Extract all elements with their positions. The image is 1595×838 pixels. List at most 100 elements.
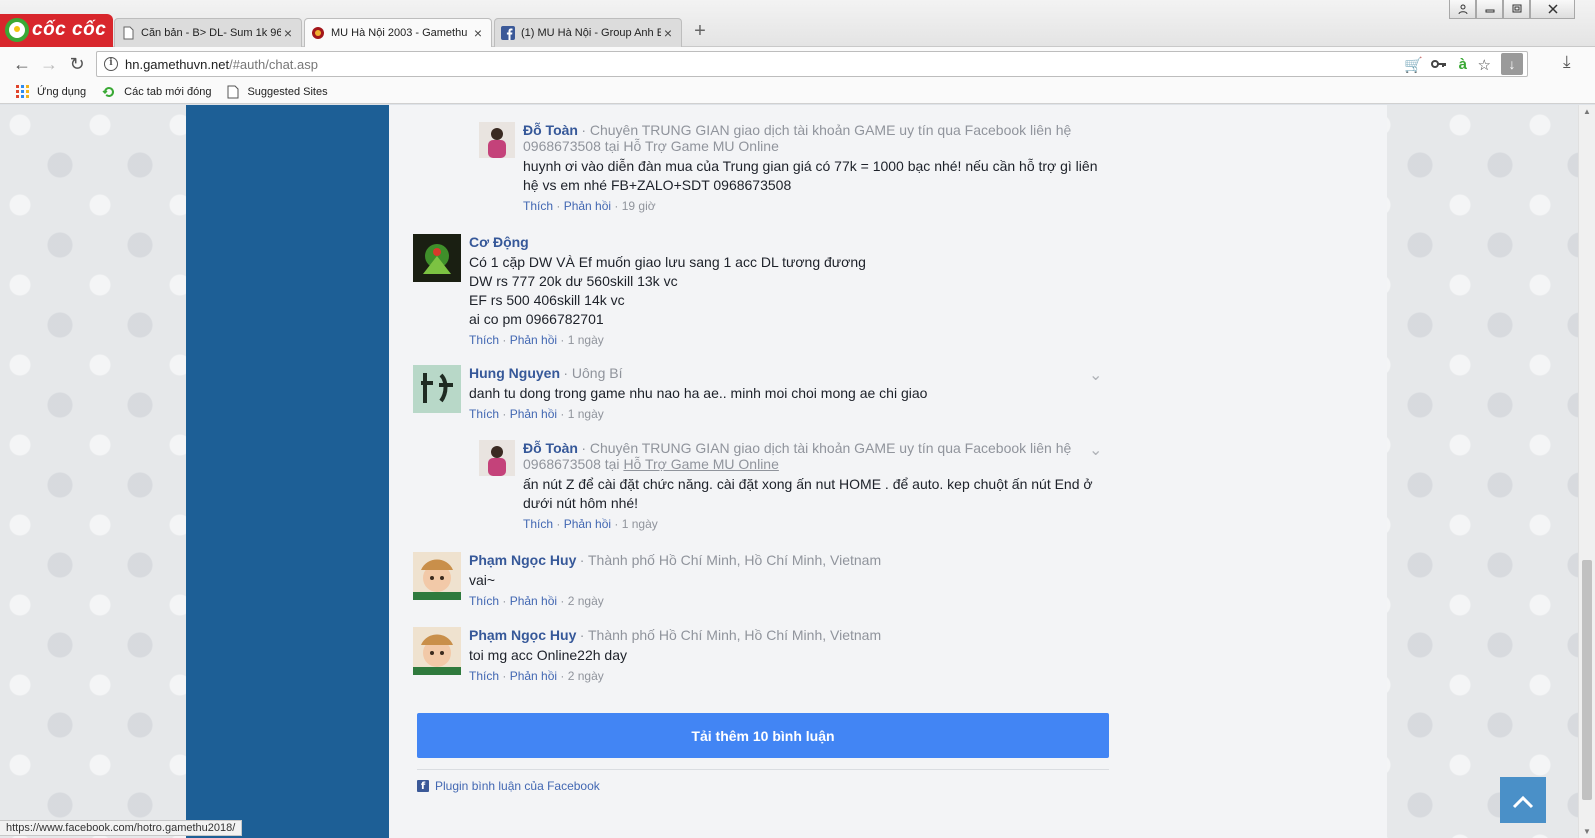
comment-text: huynh ơi vào diễn đàn mua của Trung gian… (523, 158, 1098, 193)
facebook-plugin-link[interactable]: f Plugin bình luận của Facebook (417, 779, 600, 793)
reply-link[interactable]: Phản hồi (510, 594, 557, 608)
like-link[interactable]: Thích (469, 333, 499, 347)
new-tab-button[interactable]: + (690, 20, 710, 42)
back-arrow-icon[interactable]: ← (11, 53, 33, 75)
avatar[interactable] (413, 234, 461, 282)
avatar[interactable] (413, 552, 461, 600)
facebook-icon: f (417, 780, 429, 792)
commenter-name[interactable]: Phạm Ngọc Huy (469, 552, 576, 568)
commenter-name[interactable]: Hung Nguyen (469, 365, 560, 381)
comment-body: Cơ Động Có 1 cặp DW VÀ Ef muốn giao lưu … (469, 234, 1109, 347)
like-link[interactable]: Thích (523, 517, 553, 531)
bookmark-recent-tabs[interactable]: Các tab mới đóng (102, 85, 211, 99)
forward-arrow-icon[interactable]: → (38, 53, 60, 75)
logo-text: cốc cốc (32, 19, 107, 40)
commenter-meta: · Chuyên TRUNG GIAN giao dịch tài khoản … (523, 122, 1072, 154)
recent-tabs-icon (102, 86, 115, 97)
close-window-icon[interactable] (1530, 0, 1575, 19)
chevron-down-icon[interactable]: ⌄ (1089, 440, 1102, 460)
comment-time[interactable]: 1 ngày (568, 333, 604, 347)
shopping-cart-icon[interactable]: 🛒 (1404, 56, 1423, 74)
comment-text: toi mg acc Online22h day (469, 647, 627, 663)
key-icon[interactable] (1431, 56, 1447, 76)
like-link[interactable]: Thích (469, 407, 499, 421)
coccoc-logo[interactable]: cốc cốc (0, 14, 113, 47)
scroll-down-arrow-icon[interactable]: ▼ (1579, 827, 1595, 836)
reply-link[interactable]: Phản hồi (510, 333, 557, 347)
comment-time[interactable]: 2 ngày (568, 669, 604, 683)
like-link[interactable]: Thích (523, 199, 553, 213)
commenter-name[interactable]: Phạm Ngọc Huy (469, 627, 576, 643)
close-tab-icon[interactable]: × (661, 25, 675, 41)
tab-label: Căn bản - B> DL- Sum 1k 96 (141, 27, 281, 39)
close-tab-icon[interactable]: × (471, 25, 485, 41)
comment-time[interactable]: 1 ngày (568, 407, 604, 421)
comment-line: Có 1 cặp DW VÀ Ef muốn giao lưu sang 1 a… (469, 254, 866, 270)
comment-actions: Thích · Phản hồi · 1 ngày (469, 333, 604, 347)
close-tab-icon[interactable]: × (281, 25, 295, 41)
url-text[interactable]: hn.gamethuvn.net/#auth/chat.asp (125, 57, 318, 72)
avatar[interactable] (479, 122, 515, 158)
reply-link[interactable]: Phản hồi (510, 669, 557, 683)
like-link[interactable]: Thích (469, 594, 499, 608)
bookmark-apps[interactable]: Ứng dụng (16, 85, 86, 98)
tab-label: (1) MU Hà Nội - Group Anh E (521, 27, 661, 39)
document-icon (227, 85, 239, 98)
commenter-meta: · Chuyên TRUNG GIAN giao dịch tài khoản … (523, 440, 1072, 472)
maximize-icon[interactable] (1503, 0, 1530, 19)
comment-body: Đỗ Toàn · Chuyên TRUNG GIAN giao dịch tà… (523, 440, 1113, 531)
bookmark-label: Các tab mới đóng (124, 85, 212, 98)
scroll-to-top-button[interactable] (1500, 777, 1546, 823)
tab-3[interactable]: (1) MU Hà Nội - Group Anh E × (494, 18, 682, 47)
comment-body: Hung Nguyen · Uông Bí danh tu dong trong… (469, 365, 1109, 421)
tab-strip: cốc cốc Căn bản - B> DL- Sum 1k 96 × MU … (0, 0, 1595, 47)
reload-icon[interactable]: ↻ (66, 53, 88, 75)
mu-game-icon (312, 27, 324, 39)
page-link[interactable]: Hỗ Trợ Game MU Online (623, 456, 778, 472)
bookmark-label: Suggested Sites (247, 85, 328, 98)
tab-1[interactable]: Căn bản - B> DL- Sum 1k 96 × (114, 18, 302, 47)
reply-link[interactable]: Phản hồi (564, 199, 611, 213)
load-more-comments-button[interactable]: Tải thêm 10 bình luận (417, 713, 1109, 758)
comment-actions: Thích · Phản hồi · 2 ngày (469, 594, 604, 608)
download-video-icon[interactable]: ↓ (1501, 53, 1523, 75)
scroll-up-arrow-icon[interactable]: ▲ (1579, 107, 1595, 116)
commenter-meta: · Thành phố Hồ Chí Minh, Hồ Chí Minh, Vi… (579, 627, 882, 643)
vietnamese-typing-icon[interactable]: à (1459, 56, 1467, 73)
downloads-icon[interactable]: ⤓ (1563, 52, 1571, 72)
comment-time[interactable]: 2 ngày (568, 594, 604, 608)
comment-line: EF rs 500 406skill 14k vc (469, 292, 625, 308)
profile-icon[interactable] (1449, 0, 1476, 19)
page-viewport: Đỗ Toàn · Chuyên TRUNG GIAN giao dịch tà… (0, 105, 1578, 838)
comment-actions: Thích · Phản hồi · 1 ngày (469, 407, 604, 421)
facebook-icon (501, 26, 515, 40)
window-controls (1449, 0, 1575, 19)
avatar[interactable] (413, 627, 461, 675)
tab-2[interactable]: MU Hà Nội 2003 - Gamethu × (304, 18, 492, 47)
avatar[interactable] (413, 365, 461, 413)
comment-text: danh tu dong trong game nhu nao ha ae.. … (469, 385, 928, 401)
scrollbar-thumb[interactable] (1582, 560, 1592, 800)
page-scrollbar[interactable]: ▲ ▼ (1578, 105, 1595, 838)
comment-actions: Thích · Phản hồi · 19 giờ (523, 199, 656, 213)
reply-link[interactable]: Phản hồi (510, 407, 557, 421)
minimize-icon[interactable] (1476, 0, 1503, 19)
apps-grid-icon (16, 85, 29, 98)
star-bookmark-icon[interactable]: ☆ (1478, 56, 1491, 74)
site-info-icon[interactable]: i (104, 57, 118, 71)
commenter-name[interactable]: Đỗ Toàn (523, 440, 578, 456)
like-link[interactable]: Thích (469, 669, 499, 683)
reply-link[interactable]: Phản hồi (564, 517, 611, 531)
comment-time[interactable]: 19 giờ (622, 199, 656, 213)
url-host: hn.gamethuvn.net (125, 57, 230, 72)
commenter-meta: · Uông Bí (563, 365, 623, 381)
comment-time[interactable]: 1 ngày (622, 517, 658, 531)
bookmark-suggested-sites[interactable]: Suggested Sites (227, 85, 328, 99)
facebook-comments-plugin: Đỗ Toàn · Chuyên TRUNG GIAN giao dịch tà… (389, 105, 1387, 838)
status-bar-url: https://www.facebook.com/hotro.gamethu20… (0, 820, 243, 836)
commenter-name[interactable]: Cơ Động (469, 234, 529, 250)
chevron-down-icon[interactable]: ⌄ (1089, 365, 1102, 385)
commenter-name[interactable]: Đỗ Toàn (523, 122, 578, 138)
avatar[interactable] (479, 440, 515, 476)
address-bar[interactable]: i hn.gamethuvn.net/#auth/chat.asp 🛒 à ☆ … (96, 51, 1528, 77)
